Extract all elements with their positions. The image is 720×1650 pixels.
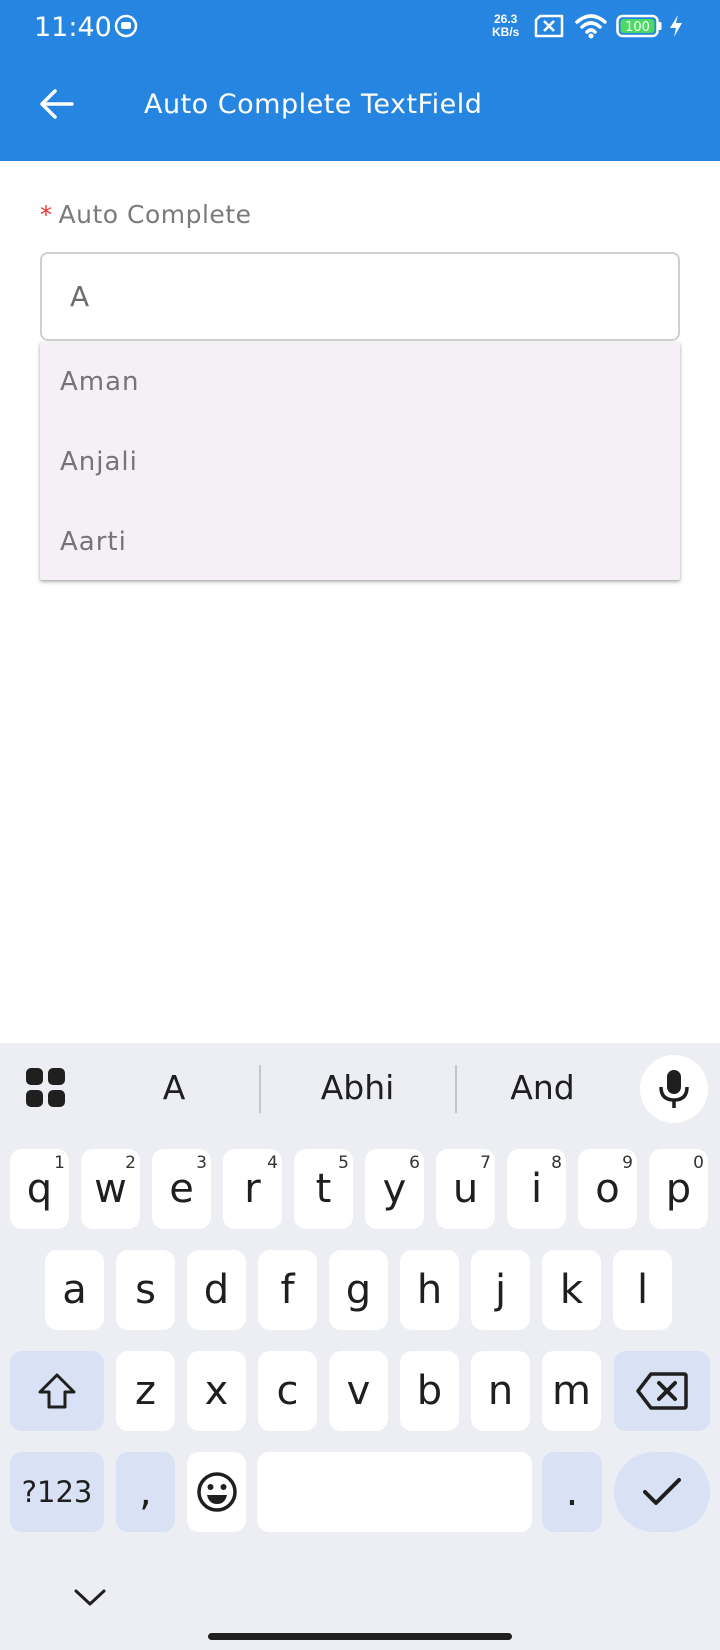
symbols-key[interactable]: ?123 — [10, 1452, 104, 1532]
shift-key[interactable] — [10, 1351, 104, 1431]
key-e[interactable]: e3 — [152, 1149, 211, 1229]
no-sim-icon — [534, 14, 564, 38]
emoji-key[interactable] — [187, 1452, 246, 1532]
key-s[interactable]: s — [116, 1250, 175, 1330]
key-d[interactable]: d — [187, 1250, 246, 1330]
key-u[interactable]: u7 — [436, 1149, 495, 1229]
network-speed-unit: KB/s — [492, 25, 520, 39]
field-label-text: Auto Complete — [58, 200, 252, 229]
key-b[interactable]: b — [400, 1351, 459, 1431]
key-g[interactable]: g — [329, 1250, 388, 1330]
suggestion-divider — [259, 1065, 261, 1113]
key-n[interactable]: n — [471, 1351, 530, 1431]
network-speed: 26.3 KB/s — [492, 13, 519, 39]
status-bar: 11:40 26.3 KB/s 100 — [0, 0, 720, 54]
backspace-icon — [636, 1372, 688, 1410]
app-header: 11:40 26.3 KB/s 100 Auto Complete TextFi… — [0, 0, 720, 161]
comma-key[interactable]: , — [116, 1452, 175, 1532]
microphone-icon — [659, 1070, 689, 1108]
back-button[interactable] — [32, 80, 80, 128]
keyboard-suggestion[interactable]: A — [104, 1065, 244, 1111]
suggestion-divider — [455, 1065, 457, 1113]
period-key[interactable]: . — [542, 1452, 602, 1532]
key-z[interactable]: z — [116, 1351, 175, 1431]
checkmark-icon — [643, 1478, 681, 1505]
key-q[interactable]: q1 — [10, 1149, 69, 1229]
key-l[interactable]: l — [613, 1250, 672, 1330]
status-time: 11:40 — [34, 12, 112, 43]
keyboard-suggestion[interactable]: Abhi — [285, 1065, 430, 1111]
keyboard-suggestion[interactable]: And — [470, 1065, 615, 1111]
key-r[interactable]: r4 — [223, 1149, 282, 1229]
key-f[interactable]: f — [258, 1250, 317, 1330]
app-notification-icon — [114, 14, 138, 38]
charging-bolt-icon — [670, 15, 682, 37]
key-y[interactable]: y6 — [365, 1149, 424, 1229]
autocomplete-input[interactable]: A — [40, 252, 680, 341]
home-indicator[interactable] — [208, 1633, 512, 1640]
done-key[interactable] — [614, 1452, 710, 1532]
field-label: * Auto Complete — [40, 200, 251, 229]
key-v[interactable]: v — [329, 1351, 388, 1431]
key-o[interactable]: o9 — [578, 1149, 637, 1229]
key-c[interactable]: c — [258, 1351, 317, 1431]
page-title: Auto Complete TextField — [144, 89, 483, 120]
space-bar[interactable] — [257, 1452, 532, 1532]
key-m[interactable]: m — [542, 1351, 601, 1431]
suggestion-item[interactable]: Anjali — [40, 422, 680, 502]
soft-keyboard: A Abhi And q1 w2 e3 r4 t5 y6 u7 i8 o9 p0… — [0, 1043, 720, 1650]
key-t[interactable]: t5 — [294, 1149, 353, 1229]
battery-level-text: 100 — [625, 20, 650, 35]
key-h[interactable]: h — [400, 1250, 459, 1330]
suggestions-dropdown: Aman Anjali Aarti — [40, 342, 680, 580]
key-p[interactable]: p0 — [649, 1149, 708, 1229]
backspace-key[interactable] — [614, 1351, 710, 1431]
apps-grid-icon[interactable] — [26, 1068, 66, 1108]
keyboard-suggestion-bar: A Abhi And — [0, 1043, 720, 1133]
key-k[interactable]: k — [542, 1250, 601, 1330]
emoji-icon — [196, 1472, 237, 1512]
suggestion-item[interactable]: Aman — [40, 342, 680, 422]
required-marker: * — [40, 201, 53, 229]
key-i[interactable]: i8 — [507, 1149, 566, 1229]
key-w[interactable]: w2 — [81, 1149, 140, 1229]
arrow-left-icon — [40, 89, 74, 119]
voice-input-button[interactable] — [640, 1055, 708, 1123]
shift-arrow-icon — [38, 1373, 76, 1409]
key-x[interactable]: x — [187, 1351, 246, 1431]
key-a[interactable]: a — [45, 1250, 104, 1330]
key-j[interactable]: j — [471, 1250, 530, 1330]
wifi-icon — [575, 14, 607, 39]
suggestion-item[interactable]: Aarti — [40, 502, 680, 582]
battery-icon: 100 — [616, 14, 662, 38]
keyboard-collapse-icon[interactable] — [72, 1585, 108, 1609]
